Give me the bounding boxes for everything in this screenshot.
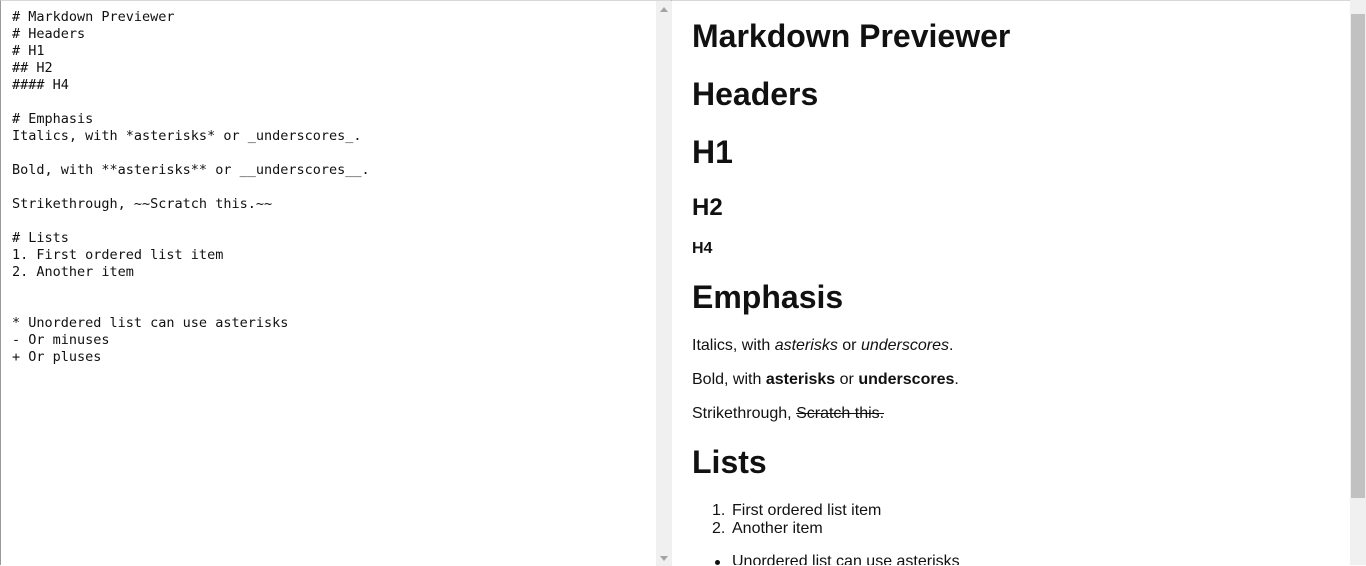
markdown-preview: Markdown Previewer Headers H1 H2 H4 Emph… — [672, 0, 1350, 565]
ordered-list-item: Another item — [732, 520, 823, 537]
preview-strike-paragraph: Strikethrough, Scratch this. — [692, 405, 885, 422]
preview-h4: H4 — [692, 240, 713, 257]
scroll-down-arrow-icon[interactable] — [660, 556, 668, 561]
scroll-up-arrow-icon[interactable] — [660, 7, 668, 12]
preview-lists-heading: Lists — [692, 444, 767, 480]
preview-scrollbar-thumb[interactable] — [1351, 14, 1365, 498]
editor-textarea[interactable]: # Markdown Previewer # Headers # H1 ## H… — [12, 9, 652, 366]
preview-h2: H2 — [692, 194, 723, 221]
preview-scrollbar[interactable] — [1350, 0, 1366, 565]
bold-text: asterisks — [765, 371, 836, 388]
preview-bold-paragraph: Bold, with asterisks or underscores. — [692, 371, 959, 388]
italic-text: underscores — [860, 337, 949, 354]
preview-title: Markdown Previewer — [692, 18, 1011, 54]
editor-scrollbar[interactable] — [656, 1, 672, 566]
preview-italics-paragraph: Italics, with asterisks or underscores. — [692, 337, 954, 354]
strikethrough-text: Scratch this. — [796, 405, 885, 422]
unordered-list-item: Unordered list can use asterisks — [732, 553, 960, 565]
ordered-list-number: 1. — [712, 502, 726, 519]
bold-text: underscores — [858, 371, 955, 388]
preview-emphasis-heading: Emphasis — [692, 279, 844, 315]
preview-h1: H1 — [692, 134, 733, 170]
ordered-list-number: 2. — [712, 520, 726, 537]
italic-text: asterisks — [774, 337, 838, 354]
markdown-editor[interactable]: # Markdown Previewer # Headers # H1 ## H… — [0, 0, 672, 566]
preview-headers-heading: Headers — [692, 76, 819, 112]
bullet-icon — [715, 560, 720, 565]
ordered-list-item: First ordered list item — [732, 502, 882, 519]
